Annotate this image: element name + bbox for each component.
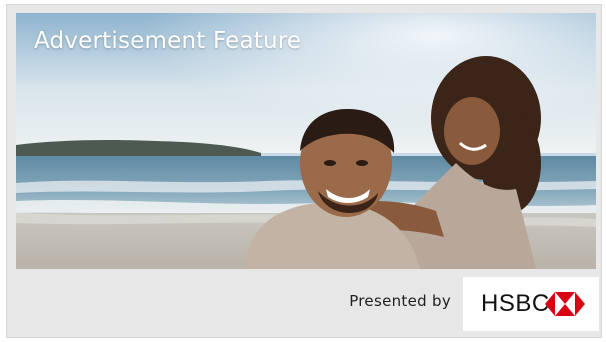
- sponsor-footer: Presented by HSBC: [7, 269, 601, 337]
- hero-image[interactable]: Advertisement Feature: [16, 13, 596, 269]
- sponsor-name: HSBC: [481, 290, 550, 317]
- presented-by-label: Presented by: [349, 292, 451, 310]
- advertisement-card[interactable]: Advertisement Feature Presented by HSBC: [6, 4, 602, 338]
- sponsor-logo[interactable]: HSBC: [463, 277, 599, 331]
- hexagon-logo-icon: [545, 292, 585, 316]
- advertisement-feature-label: Advertisement Feature: [34, 28, 302, 54]
